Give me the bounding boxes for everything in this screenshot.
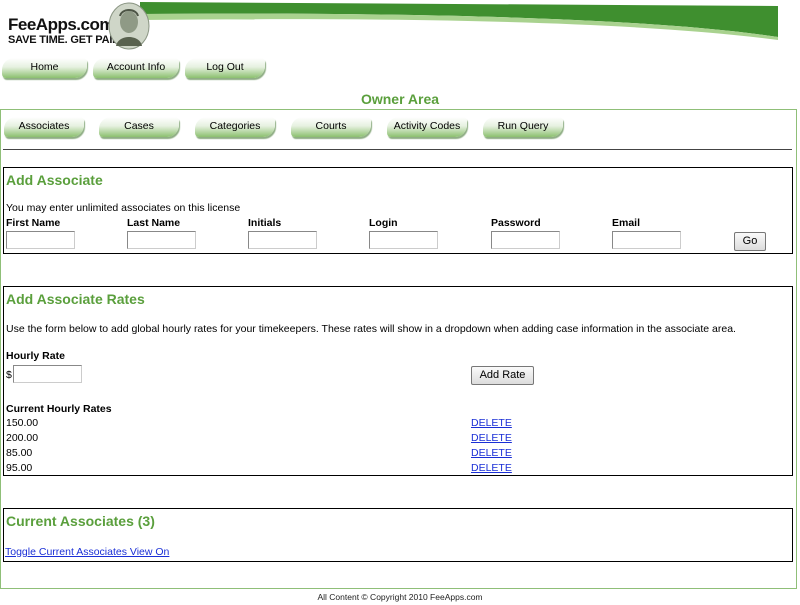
password-input[interactable] bbox=[491, 231, 560, 249]
rate-value: 200.00 bbox=[6, 432, 39, 444]
current-associates-panel: Current Associates (3) Toggle Current As… bbox=[3, 508, 793, 562]
tab-run-query[interactable]: Run Query bbox=[483, 117, 563, 137]
brand-name: FeeApps.com bbox=[8, 15, 114, 34]
login-label: Login bbox=[369, 217, 398, 229]
hourly-rate-input[interactable] bbox=[13, 365, 82, 383]
password-label: Password bbox=[491, 217, 541, 229]
add-associate-title: Add Associate bbox=[6, 172, 103, 188]
initials-label: Initials bbox=[248, 217, 282, 229]
delete-rate-link[interactable]: DELETE bbox=[471, 432, 512, 444]
delete-rate-link[interactable]: DELETE bbox=[471, 462, 512, 474]
email-input[interactable] bbox=[612, 231, 681, 249]
tab-categories[interactable]: Categories bbox=[195, 117, 275, 137]
currency-symbol: $ bbox=[6, 369, 12, 381]
initials-input[interactable] bbox=[248, 231, 317, 249]
last-name-input[interactable] bbox=[127, 231, 196, 249]
first-name-label: First Name bbox=[6, 217, 61, 229]
rate-value: 95.00 bbox=[6, 462, 33, 474]
toggle-associates-link[interactable]: Toggle Current Associates View On bbox=[5, 546, 169, 558]
add-associate-panel: Add Associate You may enter unlimited as… bbox=[3, 167, 793, 254]
footer-copyright: All Content © Copyright 2010 FeeApps.com bbox=[317, 592, 483, 602]
login-input[interactable] bbox=[369, 231, 438, 249]
current-associates-title: Current Associates (3) bbox=[6, 513, 155, 529]
brand-tagline: SAVE TIME. GET PAID. bbox=[8, 34, 123, 46]
rate-value: 150.00 bbox=[6, 417, 39, 429]
rates-description: Use the form below to add global hourly … bbox=[6, 323, 736, 335]
franklin-portrait-icon bbox=[108, 2, 150, 50]
brand-logo[interactable]: FeeApps.com SAVE TIME. GET PAID. bbox=[8, 15, 123, 47]
header: FeeApps.com SAVE TIME. GET PAID. bbox=[0, 0, 800, 58]
divider bbox=[3, 149, 792, 150]
last-name-label: Last Name bbox=[127, 217, 181, 229]
current-rates-label: Current Hourly Rates bbox=[6, 403, 112, 415]
tab-associates[interactable]: Associates bbox=[4, 117, 84, 137]
nav-home[interactable]: Home bbox=[2, 58, 87, 78]
tab-activity-codes[interactable]: Activity Codes bbox=[387, 117, 467, 137]
rate-value: 85.00 bbox=[6, 447, 33, 459]
add-rates-title: Add Associate Rates bbox=[6, 291, 145, 307]
add-rate-button[interactable]: Add Rate bbox=[471, 366, 534, 385]
go-button[interactable]: Go bbox=[734, 232, 766, 251]
nav-log-out[interactable]: Log Out bbox=[185, 58, 265, 78]
tab-cases[interactable]: Cases bbox=[99, 117, 179, 137]
add-associate-note: You may enter unlimited associates on th… bbox=[6, 202, 241, 214]
delete-rate-link[interactable]: DELETE bbox=[471, 417, 512, 429]
email-label: Email bbox=[612, 217, 641, 229]
nav-account-info[interactable]: Account Info bbox=[93, 58, 179, 78]
first-name-input[interactable] bbox=[6, 231, 75, 249]
delete-rate-link[interactable]: DELETE bbox=[471, 447, 512, 459]
tab-courts[interactable]: Courts bbox=[291, 117, 371, 137]
add-rates-panel: Add Associate Rates Use the form below t… bbox=[3, 286, 793, 476]
hourly-rate-label: Hourly Rate bbox=[6, 350, 65, 362]
page-title: Owner Area bbox=[360, 91, 440, 107]
